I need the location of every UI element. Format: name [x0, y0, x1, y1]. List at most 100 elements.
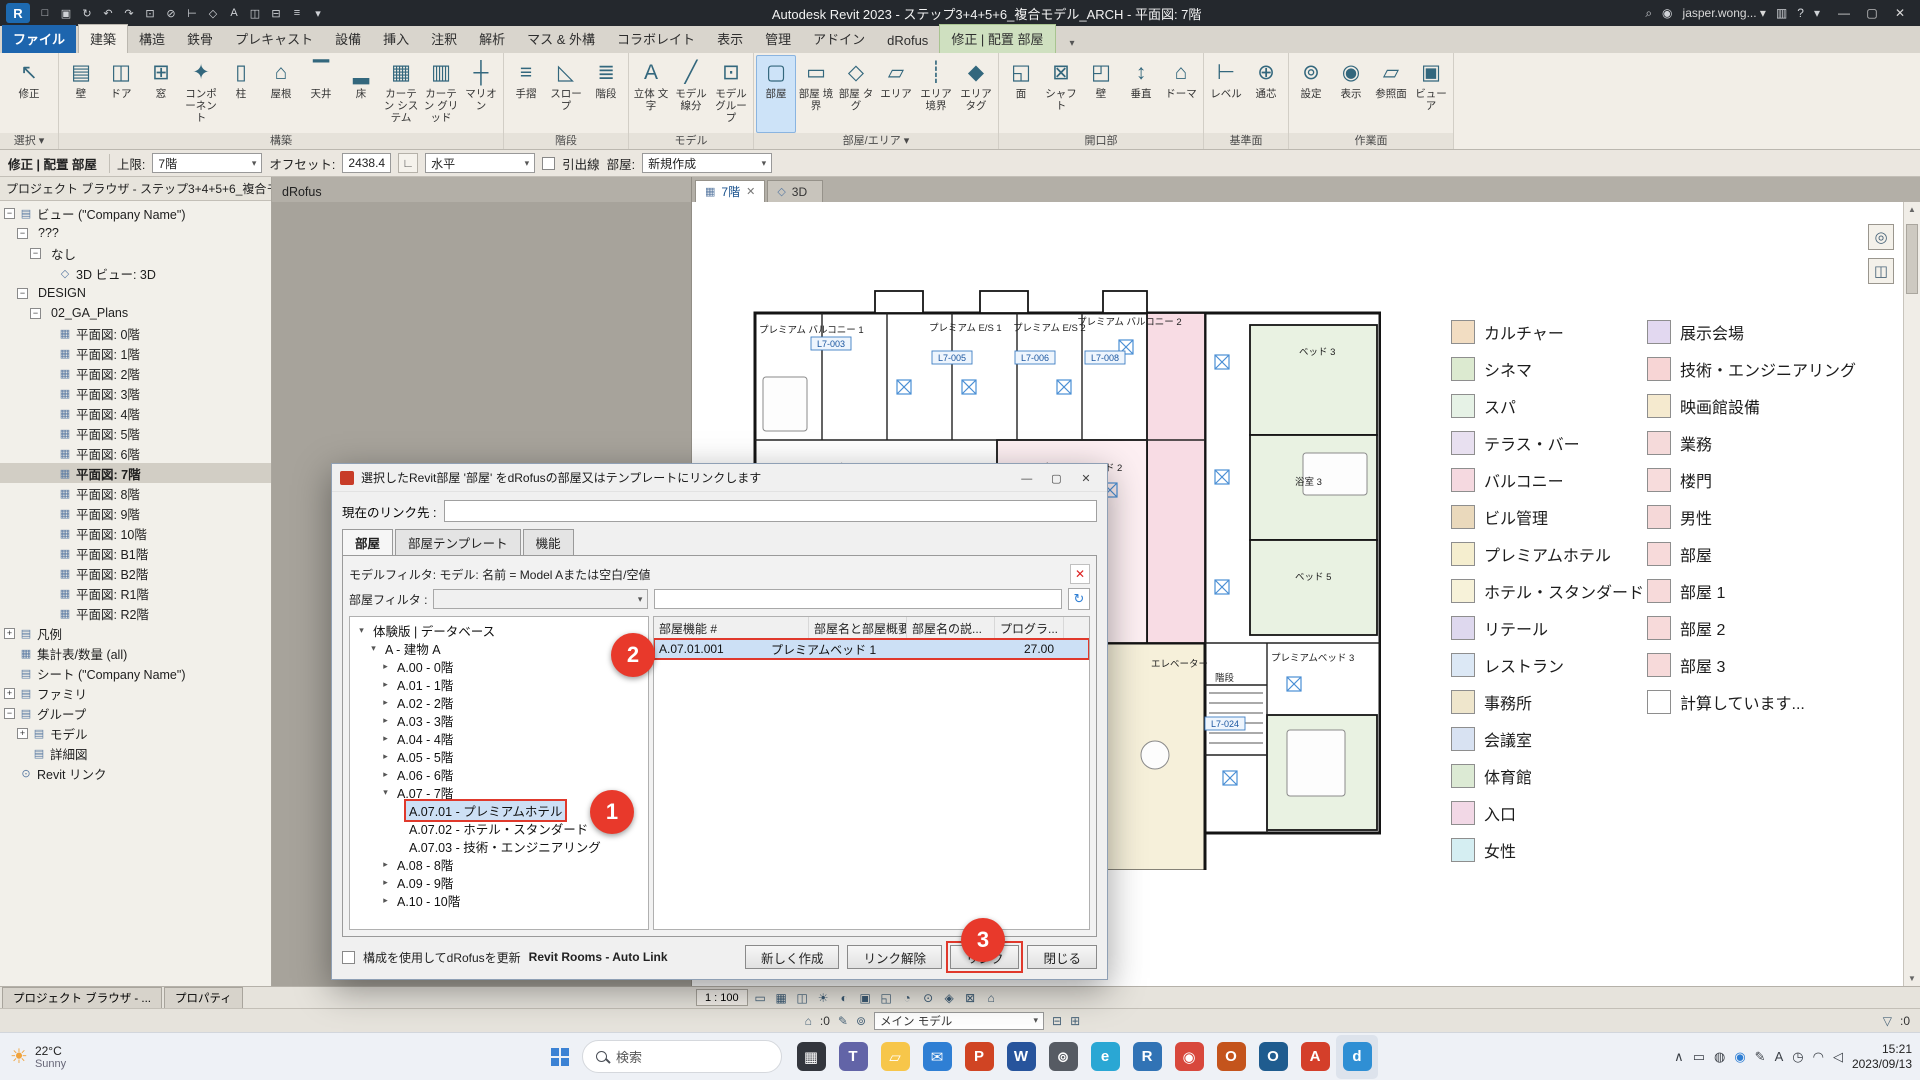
ribbon-tool-button[interactable]: ≡ 手摺	[506, 55, 546, 133]
ribbon-panel-label[interactable]: 作業面	[1289, 133, 1453, 149]
drofus-tree-label[interactable]: A.03 - 3階	[394, 711, 456, 730]
ribbon-panel-label[interactable]: 構築	[59, 133, 503, 149]
drofus-tree-item[interactable]: ▾ A - 建物 A	[352, 639, 646, 657]
help-dropdown-icon[interactable]: ▾	[1814, 6, 1820, 20]
ribbon-tool-button[interactable]: ╱ モデル 線分	[671, 55, 711, 133]
taskbar-app-button[interactable]: O 1	[1210, 1035, 1252, 1079]
drofus-tree-item[interactable]: ▸ A.02 - 2階	[352, 693, 646, 711]
vertical-scrollbar[interactable]: ▲ ▼	[1903, 202, 1920, 986]
ribbon-tool-button[interactable]: ✦ コンポーネント	[181, 55, 221, 133]
drofus-tree-item[interactable]: ▸ A.05 - 5階	[352, 747, 646, 765]
tree-item[interactable]: ▦ 平面図: 3階	[0, 383, 271, 403]
ribbon-tool-button[interactable]: ┼ マリオン	[461, 55, 501, 133]
view-control-icon[interactable]: ⊠	[961, 989, 980, 1007]
dialog-close-button[interactable]: ✕	[1073, 472, 1099, 485]
tree-item[interactable]: ◇ 3D ビュー: 3D	[0, 263, 271, 283]
clear-filter-button[interactable]: ✕	[1070, 564, 1090, 584]
tree-expander-icon[interactable]	[43, 268, 54, 279]
dialog-button[interactable]: 新しく作成	[745, 945, 840, 969]
tree-item[interactable]: ▦ 平面図: 1階	[0, 343, 271, 363]
view-control-icon[interactable]: ☀	[814, 989, 833, 1007]
tree-expander-icon[interactable]: ▸	[380, 715, 391, 726]
ribbon-tool-button[interactable]: ⊞ 窓	[141, 55, 181, 133]
dialog-tab[interactable]: 機能	[523, 529, 574, 555]
tree-expander-icon[interactable]: ▾	[380, 787, 391, 798]
app-store-icon[interactable]: ▥	[1776, 6, 1787, 20]
steering-wheel-icon[interactable]: ◎	[1868, 224, 1894, 250]
ribbon-tab[interactable]: ファイル	[2, 25, 76, 53]
docked-panel-tab[interactable]: プロパティ	[164, 987, 243, 1008]
taskbar-app-button[interactable]: d	[1336, 1035, 1378, 1079]
drofus-tree-label[interactable]: A - 建物 A	[382, 639, 444, 658]
ribbon-tab[interactable]: 表示	[706, 25, 754, 53]
tree-item[interactable]: ▦ 平面図: 4階	[0, 403, 271, 423]
ribbon-tool-button[interactable]: ◆ エリア タグ	[956, 55, 996, 133]
tree-item[interactable]: ▦ 平面図: 10階	[0, 523, 271, 543]
tree-expander-icon[interactable]: ▸	[380, 679, 391, 690]
drofus-tree-label[interactable]: 体験版 | データベース	[370, 621, 498, 640]
table-column-header[interactable]: プログラ...	[995, 617, 1064, 638]
taskbar-app-button[interactable]: ▦	[790, 1035, 832, 1079]
taskbar-app-button[interactable]: ⊚	[1042, 1035, 1084, 1079]
tree-item[interactable]: − 02_GA_Plans	[0, 303, 271, 323]
ribbon-tab[interactable]: 管理	[754, 25, 802, 53]
help-icon[interactable]: ?	[1797, 6, 1804, 20]
table-column-header[interactable]: 部屋名の説...	[907, 617, 995, 638]
ribbon-panel-label[interactable]: モデル	[629, 133, 753, 149]
taskbar-app-button[interactable]: ◉	[1168, 1035, 1210, 1079]
ribbon-tool-button[interactable]: ◉ 表示	[1331, 55, 1371, 133]
ribbon-tool-button[interactable]: ↕ 垂直	[1121, 55, 1161, 133]
tree-expander-icon[interactable]	[17, 748, 28, 759]
ribbon-tab[interactable]: 鉄骨	[176, 25, 224, 53]
ribbon-tool-button[interactable]: ⌂ ドーマ	[1161, 55, 1201, 133]
qat-icon[interactable]: ◫	[245, 3, 265, 23]
qat-icon[interactable]: ⊢	[182, 3, 202, 23]
tree-item[interactable]: ▦ 平面図: 6階	[0, 443, 271, 463]
ribbon-tool-button[interactable]: ◇ 部屋 タグ	[836, 55, 876, 133]
tree-expander-icon[interactable]	[43, 608, 54, 619]
ribbon-tool-button[interactable]: ▤ 壁	[61, 55, 101, 133]
main-model-select[interactable]: メイン モデル▾	[874, 1012, 1044, 1030]
search-icon[interactable]: ⌕	[1645, 6, 1652, 21]
view-control-icon[interactable]: ◐	[835, 989, 854, 1007]
minimize-button[interactable]: —	[1830, 6, 1858, 20]
close-view-icon[interactable]: ✕	[746, 185, 755, 198]
tree-expander-icon[interactable]	[43, 448, 54, 459]
qat-icon[interactable]: ⊘	[161, 3, 181, 23]
tree-item[interactable]: ▦ 平面図: R2階	[0, 603, 271, 623]
taskbar-app-button[interactable]: R	[1126, 1035, 1168, 1079]
qat-icon[interactable]: ◇	[203, 3, 223, 23]
ribbon-panel-label[interactable]: 選択 ▾	[0, 133, 58, 149]
room-tag[interactable]: L7-003	[817, 339, 845, 349]
tree-expander-icon[interactable]	[43, 368, 54, 379]
ribbon-tab[interactable]: 修正 | 配置 部屋	[939, 24, 1055, 53]
drofus-tree-item[interactable]: ▸ A.10 - 10階	[352, 891, 646, 909]
tree-expander-icon[interactable]: ▾	[368, 643, 379, 654]
ribbon-tool-button[interactable]: ┊ エリア 境界	[916, 55, 956, 133]
ribbon-tab[interactable]: 建築	[78, 24, 128, 53]
drofus-tree-item[interactable]: ▸ A.00 - 0階	[352, 657, 646, 675]
ribbon-tab[interactable]: 注釈	[420, 25, 468, 53]
ribbon-tool-button[interactable]: ◱ 面	[1001, 55, 1041, 133]
dialog-minimize-button[interactable]: —	[1014, 473, 1040, 485]
view-control-icon[interactable]: ▦	[772, 989, 791, 1007]
tree-expander-icon[interactable]: −	[17, 228, 28, 239]
tree-expander-icon[interactable]	[43, 568, 54, 579]
orientation-select[interactable]: 水平▾	[425, 153, 535, 173]
room-tag[interactable]: L7-006	[1021, 353, 1049, 363]
tree-expander-icon[interactable]: ▸	[380, 661, 391, 672]
start-button[interactable]	[542, 1037, 578, 1077]
table-column-header[interactable]: 部屋名と部屋概要	[809, 617, 907, 638]
taskbar-app-button[interactable]: e	[1084, 1035, 1126, 1079]
qat-icon[interactable]: ↶	[98, 3, 118, 23]
drofus-tree-label[interactable]: A.02 - 2階	[394, 693, 456, 712]
taskbar-search[interactable]: 検索	[582, 1040, 782, 1073]
ribbon-tool-button[interactable]: ▭ 部屋 境界	[796, 55, 836, 133]
tray-icon[interactable]: A	[1775, 1049, 1784, 1065]
view-control-icon[interactable]: ◱	[877, 989, 896, 1007]
maximize-button[interactable]: ▢	[1858, 6, 1886, 20]
select-elements-icon[interactable]: ⌂	[805, 1014, 812, 1028]
ribbon-tab[interactable]: dRofus	[876, 29, 939, 53]
tree-item[interactable]: ▦ 平面図: 9階	[0, 503, 271, 523]
offset-input[interactable]: 2438.4	[342, 153, 391, 173]
